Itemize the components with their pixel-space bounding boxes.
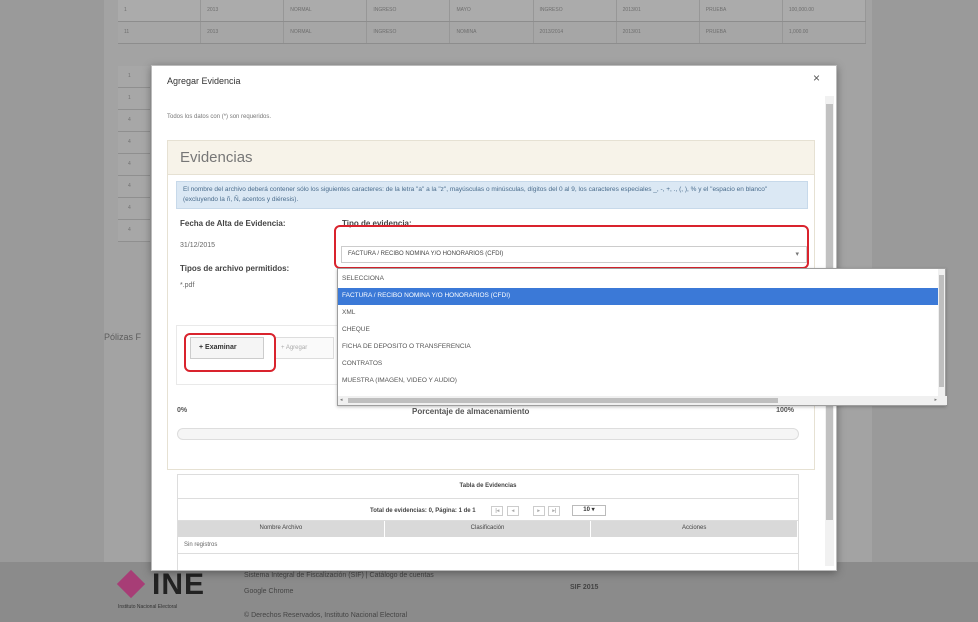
storage-progress-bar — [177, 428, 799, 440]
progress-end: 100% — [776, 407, 794, 414]
background-row-number: 4 — [118, 132, 150, 154]
option-item[interactable]: SELECCIONA — [338, 271, 940, 288]
option-item[interactable]: CHEQUE — [338, 322, 940, 339]
first-page-icon[interactable]: |◂ — [491, 505, 504, 516]
table-cell: 2013 — [201, 0, 285, 21]
background-row-number: 4 — [118, 198, 150, 220]
evidence-table: Tabla de Evidencias Total de evidencias:… — [177, 474, 799, 570]
background-row-number: 1 — [118, 88, 150, 110]
fecha-label: Fecha de Alta de Evidencia: — [180, 219, 286, 228]
column-header: Nombre Archivo — [178, 521, 385, 537]
table-cell: 2013/2014 — [534, 22, 617, 43]
table-cell: INGRESO — [367, 22, 451, 43]
tipos-archivo-label: Tipos de archivo permitidos: — [180, 264, 290, 273]
footer-line: Sistema Integral de Fiscalización (SIF) … — [244, 572, 434, 579]
page-size-select[interactable]: 10 ▾ — [571, 505, 606, 516]
pager-text: Total de evidencias: 0, Página: 1 de 1 — [370, 508, 476, 515]
tipo-evidencia-label: Tipo de evidencia: — [342, 219, 412, 228]
scrollbar-thumb[interactable] — [348, 398, 778, 403]
required-note: Todos los datos con (*) son requeridos. — [167, 114, 272, 120]
polizas-label: Pólizas F — [104, 332, 142, 342]
table-row: 1 2013 NORMAL INGRESO MAYO INGRESO 2013/… — [118, 0, 866, 22]
tipo-evidencia-select[interactable]: FACTURA / RECIBO NOMINA Y/O HONORARIOS (… — [341, 246, 807, 263]
table-cell: MAYO — [450, 0, 534, 21]
next-page-icon[interactable]: ▸ — [532, 505, 545, 516]
prev-page-icon[interactable]: ◂ — [506, 505, 519, 516]
option-item[interactable]: XML — [338, 305, 940, 322]
table-title: Tabla de Evidencias — [178, 475, 798, 499]
progress-title: Porcentaje de almacenamiento — [412, 407, 530, 416]
logo-subtitle: Instituto Nacional Electoral — [118, 604, 178, 610]
table-header: Nombre Archivo Clasificación Acciones — [178, 521, 799, 537]
browse-label: Examinar — [205, 344, 237, 351]
add-label: Agregar — [285, 345, 308, 351]
table-pager: Total de evidencias: 0, Página: 1 de 1 |… — [178, 499, 798, 521]
options-vertical-scrollbar[interactable] — [938, 269, 945, 397]
footer-line: Google Chrome — [244, 588, 294, 595]
empty-row: Sin registros — [178, 537, 798, 554]
option-item[interactable]: FICHA DE DEPOSITO O TRANSFERENCIA — [338, 339, 940, 356]
option-item[interactable]: CONTRATOS — [338, 356, 940, 373]
modal-title: Agregar Evidencia — [167, 76, 241, 86]
progress-start: 0% — [177, 407, 188, 414]
table-cell: 100,000.00 — [783, 0, 866, 21]
scroll-right-icon[interactable]: ▸ — [934, 397, 937, 403]
background-row-number: 4 — [118, 176, 150, 198]
column-header: Acciones — [591, 521, 799, 537]
last-page-icon[interactable]: ▸| — [548, 505, 561, 516]
table-cell: NORMAL — [284, 0, 368, 21]
tipo-evidencia-options[interactable]: SELECCIONA FACTURA / RECIBO NOMINA Y/O H… — [337, 268, 947, 406]
close-icon[interactable]: × — [813, 71, 820, 85]
option-item[interactable]: MUESTRA (IMAGEN, VIDEO Y AUDIO) — [338, 373, 940, 390]
background-row-number: 4 — [118, 220, 150, 242]
table-cell: 2013/01 — [617, 0, 700, 21]
options-list: SELECCIONA FACTURA / RECIBO NOMINA Y/O H… — [338, 271, 940, 390]
panel-title: Evidencias — [168, 141, 814, 175]
table-cell: 2013/01 — [617, 22, 700, 43]
scroll-left-icon[interactable]: ◂ — [340, 397, 343, 403]
ine-diamond-icon — [116, 569, 146, 599]
table-cell: NORMAL — [284, 22, 368, 43]
footer-copyright: © Derechos Reservados, Instituto Naciona… — [244, 612, 408, 619]
background-row-number: 4 — [118, 154, 150, 176]
background-table: 1 2013 NORMAL INGRESO MAYO INGRESO 2013/… — [118, 0, 866, 44]
background-row-number: 4 — [118, 110, 150, 132]
add-button[interactable]: + Agregar — [274, 337, 334, 359]
tipos-archivo-value: *.pdf — [180, 282, 195, 289]
footer-version: SIF 2015 — [570, 584, 599, 591]
logo-brand: INE — [152, 568, 206, 601]
background-row-number: 1 — [118, 66, 150, 88]
browse-button[interactable]: + Examinar — [190, 337, 264, 359]
table-cell: 11 — [118, 22, 202, 43]
fecha-value: 31/12/2015 — [180, 242, 216, 249]
table-cell: 1,000.00 — [783, 22, 866, 43]
option-item[interactable]: FACTURA / RECIBO NOMINA Y/O HONORARIOS (… — [338, 288, 940, 305]
page-size-value: 10 — [583, 507, 590, 513]
table-cell: PRUEBA — [700, 22, 783, 43]
table-cell: 1 — [118, 0, 202, 21]
table-cell: NOMINA — [450, 22, 534, 43]
chevron-down-icon: ▾ — [795, 251, 799, 258]
ine-logo: INE Instituto Nacional Electoral — [116, 568, 228, 616]
table-cell: 2013 — [201, 22, 285, 43]
table-row: 11 2013 NORMAL INGRESO NOMINA 2013/2014 … — [118, 22, 866, 44]
filename-info-alert: El nombre del archivo deberá contener só… — [176, 181, 808, 209]
column-header: Clasificación — [385, 521, 592, 537]
scrollbar-thumb[interactable] — [939, 275, 944, 387]
options-horizontal-scrollbar[interactable]: ◂ ▸ — [338, 396, 947, 405]
table-cell: PRUEBA — [700, 0, 783, 21]
select-value: FACTURA / RECIBO NOMINA Y/O HONORARIOS (… — [348, 251, 504, 257]
table-cell: INGRESO — [367, 0, 451, 21]
table-cell: INGRESO — [534, 0, 617, 21]
